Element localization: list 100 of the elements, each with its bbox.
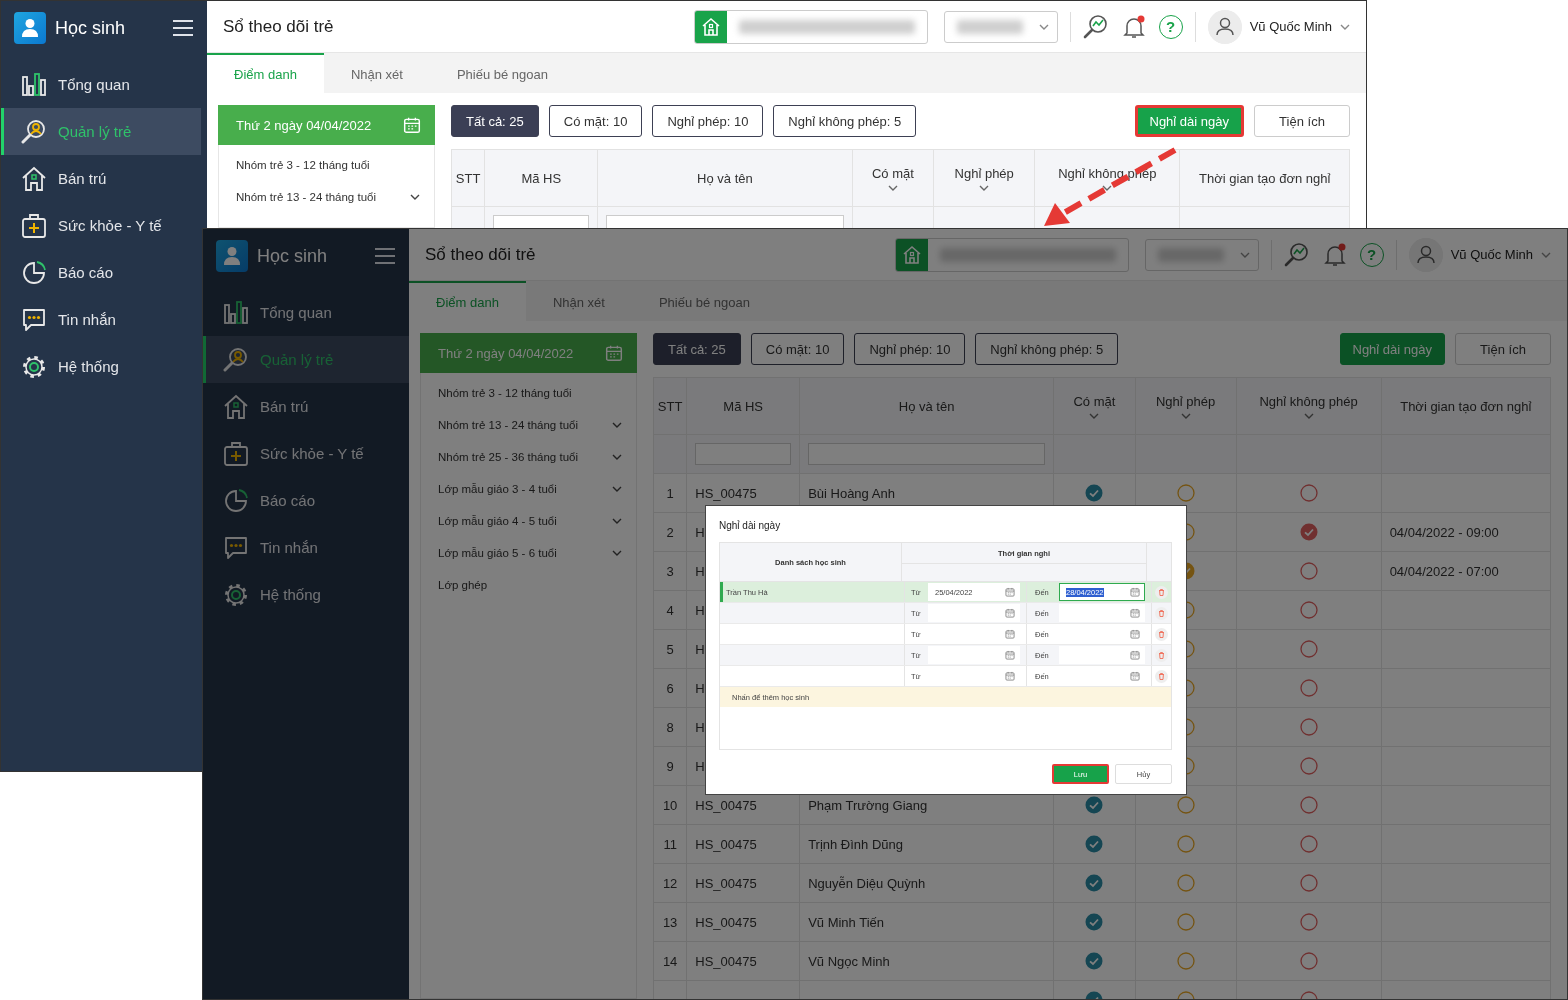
group-item[interactable]: Lớp mẫu giáo 3 - 4 tuổi [421,473,636,505]
school-select[interactable] [693,9,928,44]
group-item[interactable]: Lớp mẫu giáo 4 - 5 tuổi [421,505,636,537]
calendar-icon[interactable] [1130,587,1140,597]
user-name[interactable]: Vũ Quốc Minh [1249,19,1332,34]
unexcused-radio-icon[interactable] [1299,796,1318,814]
calendar-icon[interactable] [1005,629,1015,639]
sort-chevron-icon[interactable] [1303,412,1314,419]
year-select[interactable] [943,10,1058,43]
excused-radio-icon[interactable] [1176,484,1195,502]
excused-radio-icon[interactable] [1176,835,1195,853]
user-name[interactable]: Vũ Quốc Minh [1450,247,1533,262]
sidebar-item[interactable]: Hệ thống [1,343,201,390]
present-checked-icon[interactable] [1085,913,1104,931]
unexcused-checked-icon[interactable] [1299,523,1318,541]
trash-icon[interactable] [1155,606,1168,620]
filter-button[interactable]: Có mặt: 10 [750,333,845,365]
unexcused-radio-icon[interactable] [1299,484,1318,502]
school-select[interactable] [894,237,1129,272]
calendar-icon[interactable] [1130,671,1140,681]
unexcused-radio-icon[interactable] [1299,640,1318,658]
sidebar-item[interactable]: Bán trú [203,383,409,430]
calendar-icon[interactable] [1005,608,1015,618]
sort-chevron-icon[interactable] [1180,412,1191,419]
group-item[interactable]: Lớp ghép [421,569,636,601]
group-item[interactable]: Lớp mẫu giáo 5 - 6 tuổi [421,537,636,569]
sidebar-item[interactable]: Tổng quan [1,61,201,108]
trash-icon[interactable] [1155,669,1168,683]
tab[interactable]: Điểm danh [409,281,526,321]
filter-button[interactable]: Nghỉ không phép: 5 [773,105,917,137]
sidebar-item[interactable]: Sức khỏe - Y tế [203,430,409,477]
excused-radio-icon[interactable] [1176,796,1195,814]
date-field[interactable] [1059,604,1145,622]
group-item[interactable]: Nhóm trẻ 3 - 12 tháng tuổi [219,149,434,181]
sidebar-item[interactable]: Tin nhắn [203,524,409,571]
tab[interactable]: Phiếu bé ngoan [429,53,575,93]
trash-icon[interactable] [1155,585,1168,599]
bell-icon[interactable] [1120,13,1147,40]
date-field[interactable] [1059,646,1145,664]
unexcused-radio-icon[interactable] [1299,952,1318,970]
sort-chevron-icon[interactable] [979,184,990,191]
sidebar-item[interactable]: Tổng quan [203,289,409,336]
filter-button[interactable]: Nghỉ phép: 10 [652,105,764,137]
group-item[interactable]: Nhóm trẻ 13 - 24 tháng tuổi [219,181,434,213]
present-checked-icon[interactable] [1085,484,1104,502]
calendar-icon[interactable] [1005,650,1015,660]
present-checked-icon[interactable] [1085,952,1104,970]
filter-input[interactable] [695,443,792,465]
sort-chevron-icon[interactable] [887,184,898,191]
excused-radio-icon[interactable] [1176,952,1195,970]
trash-icon[interactable] [1155,627,1168,641]
filter-button[interactable]: Nghỉ phép: 10 [854,333,966,365]
calendar-icon[interactable] [605,344,623,362]
unexcused-radio-icon[interactable] [1299,562,1318,580]
tab[interactable]: Nhận xét [525,281,632,321]
sidebar-item[interactable]: Hệ thống [203,571,409,618]
trash-icon[interactable] [1155,648,1168,662]
tab[interactable]: Phiếu bé ngoan [631,281,777,321]
present-checked-icon[interactable] [1085,874,1104,892]
sidebar-item[interactable]: Bán trú [1,155,201,202]
filter-button[interactable]: Có mặt: 10 [548,105,643,137]
tab[interactable]: Nhận xét [323,53,430,93]
sidebar-item[interactable]: Báo cáo [203,477,409,524]
year-select[interactable] [1144,238,1259,271]
unexcused-radio-icon[interactable] [1299,679,1318,697]
long-leave-button[interactable]: Nghỉ dài ngày [1339,333,1445,365]
present-checked-icon[interactable] [1085,835,1104,853]
date-field[interactable] [928,646,1020,664]
filter-button[interactable]: Tất cả: 25 [451,105,539,137]
filter-input[interactable] [808,443,1046,465]
magnifier-chart-icon[interactable] [1283,241,1310,268]
bell-icon[interactable] [1321,241,1348,268]
tab[interactable]: Điểm danh [207,53,324,93]
filter-button[interactable]: Nghỉ không phép: 5 [975,333,1119,365]
menu-icon[interactable] [173,20,193,36]
group-item[interactable]: Nhóm trẻ 13 - 24 tháng tuổi [421,409,636,441]
group-item[interactable]: Nhóm trẻ 25 - 36 tháng tuổi [421,441,636,473]
date-field[interactable] [928,604,1020,622]
unexcused-radio-icon[interactable] [1299,874,1318,892]
excused-radio-icon[interactable] [1176,913,1195,931]
calendar-icon[interactable] [1130,629,1140,639]
excused-radio-icon[interactable] [1176,874,1195,892]
sort-chevron-icon[interactable] [1089,412,1100,419]
magnifier-chart-icon[interactable] [1082,13,1109,40]
filter-button[interactable]: Tất cả: 25 [653,333,741,365]
long-leave-button[interactable]: Nghỉ dài ngày [1134,105,1244,137]
sort-chevron-icon[interactable] [1102,184,1113,191]
utilities-button[interactable]: Tiện ích [1455,333,1551,365]
sidebar-item[interactable]: Báo cáo [1,249,201,296]
utilities-button[interactable]: Tiện ích [1254,105,1350,137]
calendar-icon[interactable] [1130,608,1140,618]
sidebar-item[interactable]: Sức khỏe - Y tế [1,202,201,249]
calendar-icon[interactable] [1005,671,1015,681]
calendar-icon[interactable] [1005,587,1015,597]
group-item[interactable]: Nhóm trẻ 3 - 12 tháng tuổi [421,377,636,409]
unexcused-radio-icon[interactable] [1299,757,1318,775]
unexcused-radio-icon[interactable] [1299,718,1318,736]
unexcused-radio-icon[interactable] [1299,601,1318,619]
unexcused-radio-icon[interactable] [1299,835,1318,853]
sidebar-item[interactable]: Tin nhắn [1,296,201,343]
